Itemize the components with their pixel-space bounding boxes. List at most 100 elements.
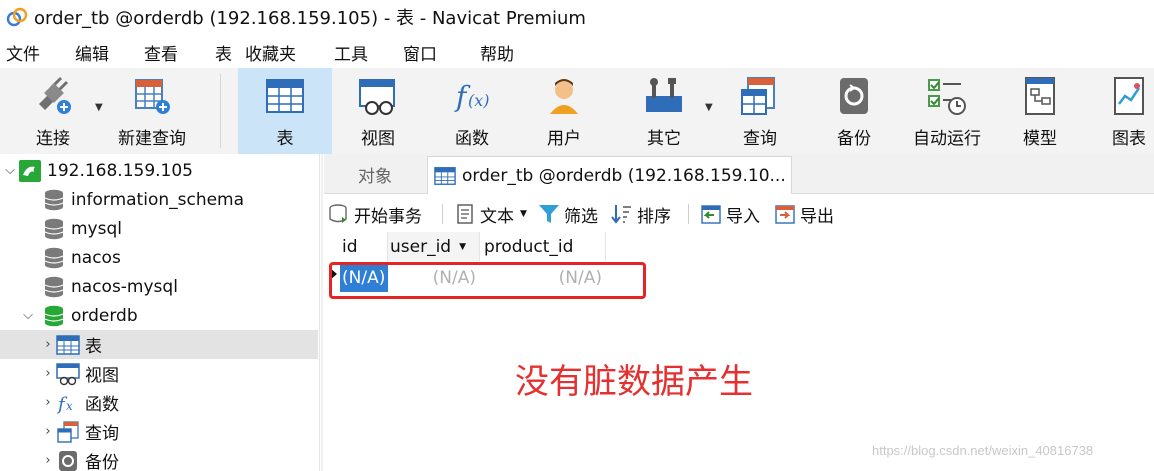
tree-item-database[interactable]: nacos-mysql — [0, 272, 318, 301]
toolbar-automation-button[interactable]: 自动运行 — [902, 68, 992, 154]
sort-dropdown-icon[interactable]: ▼ — [459, 242, 466, 252]
menu-favorites[interactable]: 收藏夹 — [245, 40, 296, 65]
toolbar-query-label: 查询 — [743, 129, 777, 149]
menu-table[interactable]: 表 — [215, 40, 232, 65]
text-view-button[interactable]: 文本 ▼ — [454, 200, 527, 228]
toolbar-view-button[interactable]: 视图 — [342, 68, 414, 154]
tree-child-label: 表 — [85, 337, 102, 357]
chevron-right-icon[interactable]: › — [40, 337, 56, 352]
tree-item-database[interactable]: mysql — [0, 214, 318, 243]
toolbar-function-label: 函数 — [455, 129, 489, 149]
annotation-text: 没有脏数据产生 — [515, 362, 753, 402]
action-separator — [688, 204, 689, 224]
tab-order-tb[interactable]: order_tb @orderdb (192.168.159.10... — [427, 156, 792, 194]
connection-tree: ⌵ 192.168.159.105 information_schema mys… — [0, 154, 320, 471]
tab-order-tb-label: order_tb @orderdb (192.168.159.10... — [462, 165, 786, 186]
automation-icon — [928, 79, 966, 115]
chevron-right-icon[interactable]: › — [40, 453, 56, 468]
toolbar-model-button[interactable]: 模型 — [1004, 68, 1076, 154]
tree-item-connection[interactable]: ⌵ 192.168.159.105 — [0, 156, 318, 185]
chevron-right-icon[interactable]: › — [40, 366, 56, 381]
connection-dropdown-caret-icon[interactable]: ▼ — [95, 102, 103, 113]
begin-transaction-label: 开始事务 — [354, 206, 422, 227]
database-icon — [44, 276, 64, 297]
filter-label: 筛选 — [564, 206, 598, 227]
column-header-user-id[interactable]: user_id ▼ — [388, 232, 480, 261]
tree-item-database[interactable]: nacos — [0, 243, 318, 272]
chevron-down-icon[interactable]: ⌵ — [2, 163, 18, 178]
toolbar-table-label: 表 — [276, 129, 294, 149]
toolbar-backup-label: 备份 — [837, 129, 871, 149]
toolbar-backup-button[interactable]: 备份 — [818, 68, 890, 154]
toolbar-query-button[interactable]: 查询 — [724, 68, 796, 154]
menu-tools[interactable]: 工具 — [334, 40, 368, 65]
menu-view[interactable]: 查看 — [144, 40, 178, 65]
toolbar-user-button[interactable]: 用户 — [528, 68, 600, 154]
backup-icon — [840, 78, 868, 114]
query-icon — [741, 77, 775, 115]
toolbar-function-button[interactable]: f (x) 函数 — [436, 68, 508, 154]
chevron-right-icon[interactable]: › — [40, 424, 56, 439]
sort-button[interactable]: 排序 — [611, 200, 671, 228]
column-header-product-id[interactable]: product_id — [480, 232, 606, 261]
toolbar-separator — [220, 74, 221, 148]
menu-edit[interactable]: 编辑 — [75, 40, 109, 65]
toolbar-new-query-label: 新建查询 — [118, 129, 186, 149]
tree-item-database[interactable]: information_schema — [0, 185, 318, 214]
tree-item-functions[interactable]: › f x 函数 — [0, 388, 318, 417]
chevron-down-icon[interactable]: ▼ — [520, 209, 527, 219]
tab-strip: 对象 order_tb @orderdb (192.168.159.10... — [324, 154, 1154, 194]
chevron-down-icon[interactable]: ⌵ — [20, 308, 36, 323]
toolbar-connection-button[interactable]: 连接 — [18, 68, 88, 154]
menu-window[interactable]: 窗口 — [403, 40, 437, 65]
main-toolbar: 连接 ▼ 新建查询 表 视图 f (x) 函数 用户 其它 ▼ 查询 备份 自动… — [0, 68, 1154, 154]
toolbar-new-query-button[interactable]: 新建查询 — [110, 68, 194, 154]
navicat-logo-icon — [6, 7, 28, 27]
menu-help[interactable]: 帮助 — [480, 40, 514, 65]
watermark-text: https://blog.csdn.net/weixin_40816738 — [872, 443, 1094, 458]
view-icon — [56, 362, 80, 385]
tree-database-label: orderdb — [71, 305, 138, 326]
window-title: order_tb @orderdb (192.168.159.105) - 表 … — [34, 8, 586, 29]
tab-objects[interactable]: 对象 — [324, 154, 426, 194]
toolbar-others-button[interactable]: 其它 — [628, 68, 700, 154]
connection-plug-icon — [39, 76, 71, 114]
tree-database-label: nacos — [71, 247, 121, 268]
toolbar-automation-label: 自动运行 — [913, 129, 981, 149]
filter-icon — [539, 205, 559, 223]
tree-database-label: mysql — [71, 218, 122, 239]
column-header-id[interactable]: id — [340, 232, 388, 261]
sort-label: 排序 — [637, 206, 671, 227]
toolbar-user-label: 用户 — [547, 129, 581, 149]
begin-transaction-button[interactable]: 开始事务 — [328, 200, 422, 228]
export-button[interactable]: 导出 — [774, 200, 834, 228]
tree-item-backups[interactable]: › 备份 — [0, 446, 318, 471]
menu-bar: 文件 编辑 查看 表 收藏夹 工具 窗口 帮助 — [0, 34, 1154, 68]
tree-item-queries[interactable]: › 查询 — [0, 417, 318, 446]
table-icon — [266, 79, 304, 113]
toolbar-connection-label: 连接 — [36, 129, 70, 149]
import-label: 导入 — [726, 206, 760, 227]
tree-item-database-open[interactable]: ⌵ orderdb — [0, 301, 318, 330]
action-separator — [442, 204, 443, 224]
new-query-icon — [135, 79, 170, 114]
filter-button[interactable]: 筛选 — [538, 200, 598, 228]
tree-item-views[interactable]: › 视图 — [0, 359, 318, 388]
chevron-right-icon[interactable]: › — [40, 395, 56, 410]
database-open-icon — [44, 305, 64, 326]
pane-splitter[interactable] — [321, 154, 323, 471]
tree-database-label: information_schema — [71, 189, 245, 210]
tree-item-tables[interactable]: › 表 — [0, 330, 318, 359]
column-header-label: user_id — [390, 236, 452, 257]
toolbar-chart-button[interactable]: 图表 — [1098, 68, 1154, 154]
database-icon — [44, 189, 64, 210]
tree-child-label: 视图 — [85, 366, 119, 386]
menu-file[interactable]: 文件 — [6, 40, 40, 65]
toolbar-table-button[interactable]: 表 — [238, 68, 332, 154]
function-icon: f x — [56, 394, 73, 415]
tree-child-label: 函数 — [85, 395, 119, 415]
import-button[interactable]: 导入 — [700, 200, 760, 228]
title-bar: order_tb @orderdb (192.168.159.105) - 表 … — [0, 0, 1154, 34]
database-icon — [44, 247, 64, 268]
others-dropdown-caret-icon[interactable]: ▼ — [705, 102, 713, 113]
